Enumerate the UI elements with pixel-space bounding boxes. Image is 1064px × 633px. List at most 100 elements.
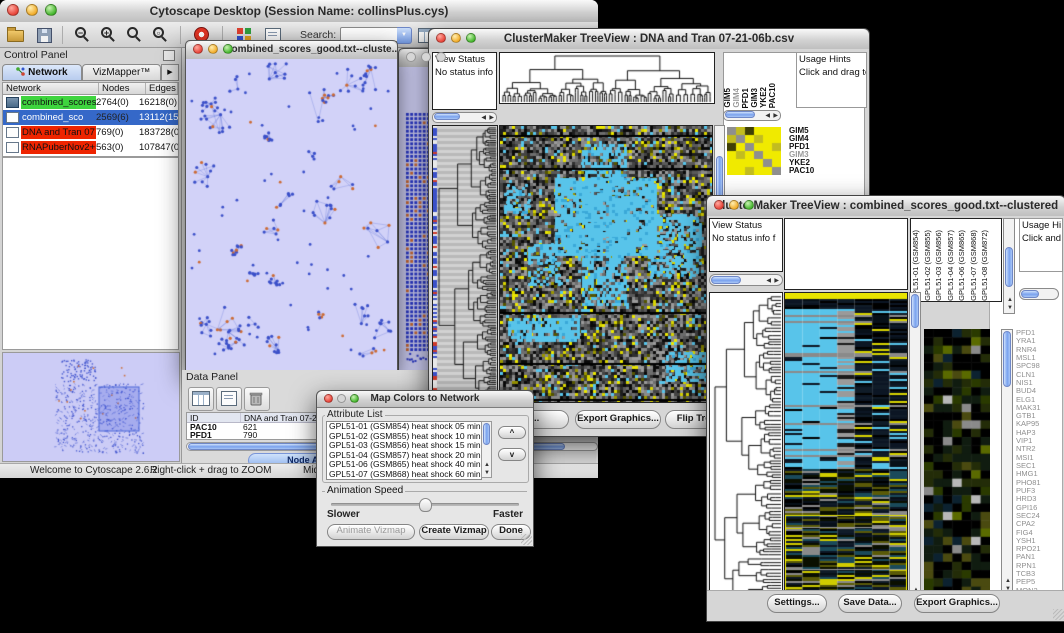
resize-grip[interactable] — [1053, 609, 1064, 620]
scroll-left-arrow[interactable]: ◀ — [766, 278, 771, 284]
scrollbar-thumb[interactable] — [483, 423, 490, 445]
zoom-in-button[interactable]: + — [98, 25, 120, 45]
net1-titlebar[interactable]: combined_scores_good.txt--cluste... — [186, 41, 397, 60]
zoom-button[interactable] — [350, 394, 359, 403]
attribute-table-icon — [192, 391, 210, 406]
minimize-button[interactable] — [729, 200, 739, 210]
scrollbar-thumb[interactable] — [1021, 290, 1039, 298]
search-dropdown-button[interactable]: ▼ — [397, 27, 412, 44]
zoom-button[interactable] — [744, 200, 754, 210]
tv1-heatmap[interactable] — [499, 125, 713, 403]
network-name: combined_scores — [21, 96, 96, 109]
move-down-button[interactable]: v — [498, 448, 526, 461]
scroll-left-arrow[interactable]: ◀ — [481, 115, 486, 121]
column-header-network[interactable]: Network — [3, 83, 99, 94]
save-session-button[interactable] — [34, 25, 56, 45]
tv2-zoom-vscrollbar[interactable]: ▲ ▼ — [1001, 329, 1013, 595]
minimize-button[interactable] — [421, 52, 431, 62]
column-header-id[interactable]: ID — [187, 413, 241, 422]
scroll-up-arrow[interactable]: ▲ — [1007, 297, 1013, 303]
minimize-button[interactable] — [451, 33, 461, 43]
move-up-button[interactable]: ^ — [498, 426, 526, 439]
tv1-labels-hscrollbar[interactable]: ◀ ▶ — [723, 110, 781, 121]
dialog-titlebar[interactable]: Map Colors to Network — [317, 391, 533, 408]
attribute-list-vscrollbar[interactable]: ▲ ▼ — [481, 421, 492, 478]
column-header-nodes[interactable]: Nodes — [99, 83, 146, 94]
close-button[interactable] — [436, 33, 446, 43]
scroll-down-arrow[interactable]: ▼ — [484, 470, 490, 476]
zoom-selected-button[interactable] — [124, 25, 146, 45]
scroll-up-arrow[interactable]: ▲ — [1005, 578, 1011, 584]
minimize-button[interactable] — [208, 44, 218, 54]
close-button[interactable] — [7, 4, 19, 16]
tv1-row-dendrogram[interactable] — [432, 125, 498, 403]
tv1-titlebar[interactable]: ClusterMaker TreeView : DNA and Tran 07-… — [429, 29, 869, 50]
tv2-zoom-heatmap[interactable] — [924, 329, 990, 595]
network-list-row[interactable]: RNAPuberNov2+! 563(0) 107847(0) — [3, 140, 178, 155]
main-titlebar[interactable]: Cytoscape Desktop (Session Name: collins… — [0, 0, 598, 23]
export-graphics-button[interactable]: Export Graphics... — [914, 594, 1000, 613]
settings-button[interactable]: Settings... — [767, 594, 827, 613]
slider-thumb[interactable] — [419, 498, 432, 512]
open-file-button[interactable] — [4, 25, 26, 45]
scroll-right-arrow[interactable]: ▶ — [773, 113, 778, 119]
scrollbar-thumb[interactable] — [1003, 331, 1011, 387]
zoom-button[interactable] — [223, 44, 233, 54]
tab-network[interactable]: Network — [2, 64, 82, 81]
attribute-list[interactable]: GPL51-01 (GSM854) heat shock 05 minGPL51… — [326, 421, 482, 480]
float-panel-icon[interactable] — [163, 50, 175, 61]
scrollbar-thumb[interactable] — [1005, 247, 1013, 287]
tv2-hints-hscrollbar[interactable] — [1019, 288, 1059, 300]
tv1-zoom-matrix[interactable] — [727, 127, 781, 175]
delete-attribute-button[interactable] — [244, 387, 270, 411]
network-list-row[interactable]: combined_scores 2764(0) 16218(0) — [3, 95, 178, 110]
scroll-right-arrow[interactable]: ▶ — [489, 115, 494, 121]
scroll-left-arrow[interactable]: ◀ — [765, 113, 770, 119]
tv2-collabels-vscrollbar[interactable]: ▲ ▼ — [1003, 218, 1015, 314]
network-overview-navigator[interactable] — [2, 352, 180, 462]
tv2-titlebar[interactable]: ClusterMaker TreeView : combined_scores_… — [707, 196, 1064, 217]
export-graphics-button[interactable]: Export Graphics... — [575, 410, 661, 429]
scroll-up-arrow[interactable]: ▲ — [484, 462, 490, 468]
close-button[interactable] — [193, 44, 203, 54]
close-button[interactable] — [406, 52, 416, 62]
tv1-status-hscrollbar[interactable]: ◀ ▶ — [432, 112, 497, 123]
tab-vizmapper[interactable]: VizMapper™ — [82, 64, 161, 81]
zoom-button[interactable] — [45, 4, 57, 16]
network-nodes-count: 2569(6) — [96, 112, 139, 123]
minimize-button[interactable] — [26, 4, 38, 16]
create-vizmap-button[interactable]: Create Vizmap — [419, 524, 489, 540]
scroll-down-arrow[interactable]: ▼ — [1007, 305, 1013, 311]
animation-speed-slider[interactable] — [331, 503, 519, 506]
resize-grip[interactable] — [521, 534, 532, 545]
animate-vizmap-button[interactable]: Animate Vizmap — [327, 524, 415, 540]
navigator-canvas[interactable] — [3, 353, 179, 461]
scroll-right-arrow[interactable]: ▶ — [774, 278, 779, 284]
minimize-button[interactable] — [337, 394, 346, 403]
create-attribute-button[interactable] — [216, 387, 242, 411]
tv2-heatmap-vscrollbar[interactable]: ▲ ▼ — [909, 292, 921, 604]
scrollbar-thumb[interactable] — [725, 111, 755, 118]
scrollbar-thumb[interactable] — [434, 113, 460, 120]
tab-overflow-arrow[interactable]: ▶ — [161, 64, 179, 81]
zoom-button[interactable] — [436, 52, 446, 62]
zoom-fit-button[interactable]: ▫ — [150, 25, 172, 45]
attribute-list-item[interactable]: GPL51-07 (GSM868) heat shock 60 min — [327, 470, 481, 480]
control-panel-title: Control Panel — [4, 49, 68, 61]
tv2-status-hscrollbar[interactable]: ◀ ▶ — [709, 274, 783, 286]
save-data-button[interactable]: Save Data... — [838, 594, 902, 613]
tv1-column-dendrogram[interactable] — [499, 52, 715, 104]
scrollbar-thumb[interactable] — [711, 276, 741, 284]
scrollbar-thumb[interactable] — [911, 294, 919, 328]
network-list-row[interactable]: combined_sco 2569(6) 13112(15) — [3, 110, 178, 125]
network-list-row[interactable]: DNA and Tran 07 769(0) 183728(0) — [3, 125, 178, 140]
select-attributes-button[interactable] — [188, 387, 214, 411]
tv2-row-dendrogram[interactable] — [709, 292, 783, 604]
tv2-heatmap[interactable] — [784, 292, 908, 604]
zoom-button[interactable] — [466, 33, 476, 43]
close-button[interactable] — [324, 394, 333, 403]
column-header-edges[interactable]: Edges — [146, 83, 178, 94]
zoom-out-button[interactable]: − — [72, 25, 94, 45]
close-button[interactable] — [714, 200, 724, 210]
network-canvas[interactable] — [186, 59, 395, 369]
